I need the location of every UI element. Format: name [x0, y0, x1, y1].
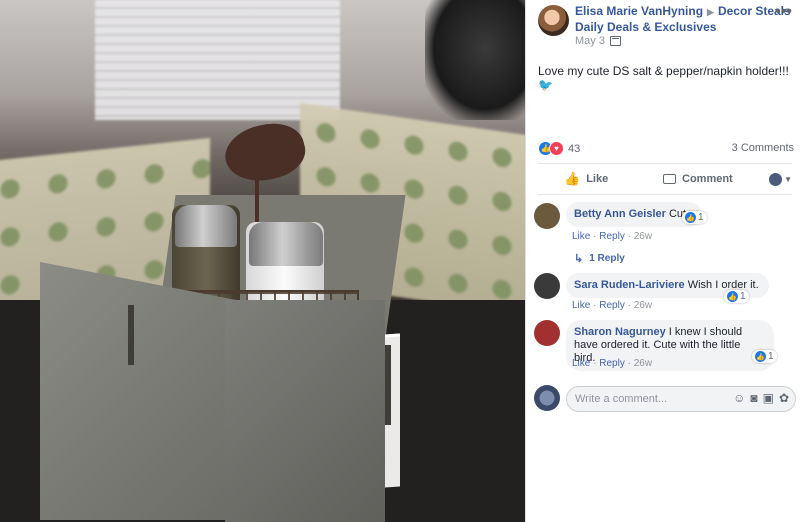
reply-arrow-icon: ↳	[574, 253, 584, 265]
comment-reactions[interactable]: 👍 1	[682, 211, 707, 224]
thumb-icon: 👍	[564, 171, 581, 186]
comment-placeholder: Write a comment...	[575, 393, 668, 405]
comment-like-link[interactable]: Like	[572, 300, 590, 311]
post-meta: May 3	[575, 35, 621, 47]
comment-button[interactable]: Comment	[663, 173, 733, 185]
group-subtitle[interactable]: Daily Deals & Exclusives	[575, 20, 716, 34]
comment-actions: Like · Reply · 26w	[572, 358, 653, 369]
comment-age[interactable]: 26w	[634, 231, 652, 242]
camera-icon[interactable]: ◙	[750, 391, 757, 405]
caret-down-icon: ▼	[784, 174, 792, 184]
comment-text: Wish I order it.	[687, 279, 759, 291]
commenter-avatar[interactable]	[534, 273, 560, 299]
comment-item: Sharon Nagurney I knew I should have ord…	[534, 320, 796, 375]
chair-back	[425, 0, 525, 120]
viewer-switch[interactable]: ▼	[769, 172, 792, 186]
comment-reply-link[interactable]: Reply	[599, 358, 625, 369]
comment-reaction-count: 1	[698, 212, 704, 223]
comment-like-link[interactable]: Like	[572, 231, 590, 242]
commenter-name[interactable]: Sharon Nagurney	[574, 326, 666, 338]
composer-avatar	[534, 385, 560, 411]
post-text: Love my cute DS salt & pepper/napkin hol…	[538, 64, 800, 92]
gif-icon[interactable]: ▣	[763, 391, 774, 405]
holder-post	[128, 305, 134, 365]
love-reaction-icon: ♥	[549, 141, 564, 156]
view-replies-link[interactable]: ↳ 1 Reply	[574, 252, 625, 265]
like-reaction-icon: 👍	[727, 291, 738, 302]
arrow-right-icon: ▶	[707, 7, 714, 17]
replies-label: 1 Reply	[589, 253, 625, 264]
post-side-panel: Elisa Marie VanHyning ▶ Decor Steals Daily…	[525, 0, 800, 522]
salt-cap	[249, 222, 323, 266]
reaction-count: 43	[568, 142, 581, 155]
comment-item: Sara Ruden-Lariviere Wish I order it. 👍 …	[534, 272, 796, 317]
reaction-summary[interactable]: 👍 ♥ 43	[538, 141, 580, 156]
comment-like-link[interactable]: Like	[572, 358, 590, 369]
like-reaction-icon: 👍	[685, 212, 696, 223]
comment-count[interactable]: 3 Comments	[732, 142, 794, 154]
comment-reactions[interactable]: 👍 1	[724, 290, 749, 303]
comment-age[interactable]: 26w	[634, 358, 652, 369]
like-button-label: Like	[586, 173, 609, 185]
author-avatar[interactable]	[538, 5, 569, 36]
commenter-avatar[interactable]	[534, 203, 560, 229]
comment-composer: Write a comment... ☺ ◙ ▣ ✿	[534, 385, 796, 415]
post-title: Elisa Marie VanHyning ▶ Decor Steals Daily…	[575, 4, 795, 35]
action-bar: 👍 Like Comment ▼	[538, 163, 792, 195]
comment-actions: Like · Reply · 26w	[572, 300, 653, 311]
napkin-holder-left	[40, 262, 240, 520]
like-reaction-icon: 👍	[755, 351, 766, 362]
comment-button-label: Comment	[682, 173, 733, 185]
globe-icon	[609, 36, 621, 46]
post-message: Love my cute DS salt & pepper/napkin hol…	[538, 64, 789, 78]
comment-bubble-icon	[663, 174, 676, 184]
commenter-avatar[interactable]	[534, 320, 560, 346]
post-photo[interactable]	[0, 0, 525, 522]
holder-post	[385, 345, 391, 425]
comment-reactions[interactable]: 👍 1	[752, 350, 777, 363]
comment-age[interactable]: 26w	[634, 300, 652, 311]
commenter-name[interactable]: Sara Ruden-Lariviere	[574, 279, 685, 291]
viewer-avatar	[769, 172, 783, 186]
comment-actions: Like · Reply · 26w	[572, 231, 653, 242]
bird-emoji-icon: 🐦	[538, 78, 553, 92]
napkin-holder-front	[225, 300, 385, 522]
comment-reaction-count: 1	[768, 351, 774, 362]
author-name[interactable]: Elisa Marie VanHyning	[575, 4, 703, 18]
comment-input[interactable]: Write a comment... ☺ ◙ ▣ ✿	[566, 386, 796, 412]
metal-bird	[219, 116, 311, 189]
comment-reply-link[interactable]: Reply	[599, 231, 625, 242]
composer-icons: ☺ ◙ ▣ ✿	[733, 391, 789, 405]
comment-reply-link[interactable]: Reply	[599, 300, 625, 311]
sticker-icon[interactable]: ✿	[779, 391, 789, 405]
window-blinds	[95, 0, 340, 120]
more-icon[interactable]: •••	[775, 3, 792, 21]
commenter-name[interactable]: Betty Ann Geisler	[574, 208, 666, 220]
comment-reaction-count: 1	[740, 291, 746, 302]
comment-item: Betty Ann Geisler Cute 👍 1 Like · Reply …	[534, 201, 796, 271]
emoji-icon[interactable]: ☺	[733, 391, 745, 405]
post-date[interactable]: May 3	[575, 35, 605, 47]
pepper-cap	[175, 205, 237, 247]
like-button[interactable]: 👍 Like	[564, 171, 608, 187]
